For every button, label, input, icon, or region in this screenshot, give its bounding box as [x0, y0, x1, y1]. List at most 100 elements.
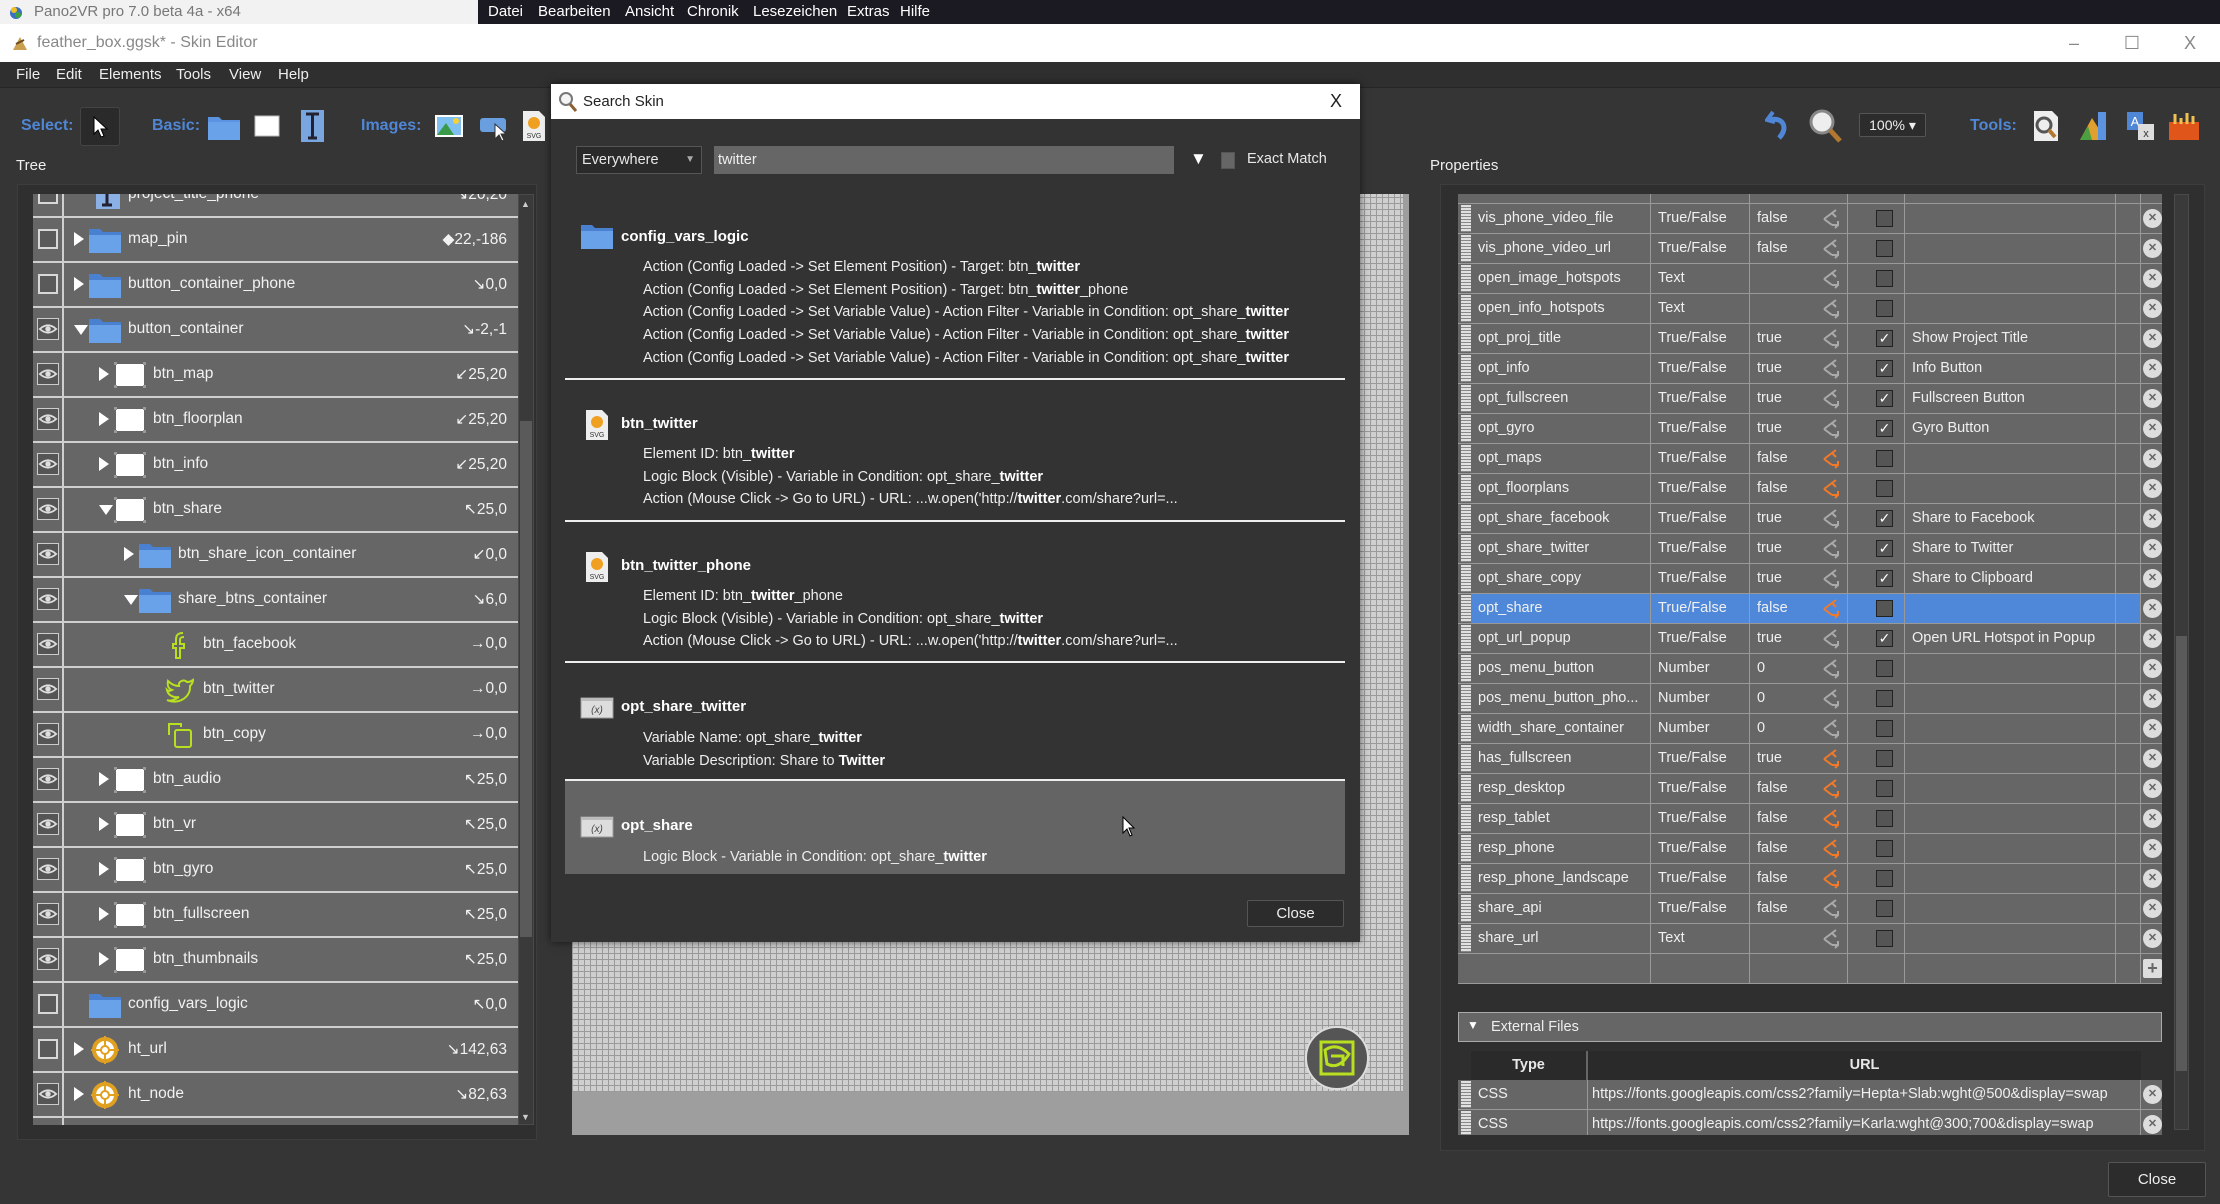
variable-checkbox[interactable]	[1876, 720, 1893, 737]
search-result-line[interactable]: Action (Config Loaded -> Set Variable Va…	[643, 304, 1289, 320]
tree-row[interactable]: project_title_phone ↘20,20	[33, 194, 518, 218]
drag-handle[interactable]	[1461, 925, 1471, 952]
tree-row[interactable]: btn_audio ↖25,0	[33, 758, 518, 803]
variable-row[interactable]: vis_phone_video_url True/False false ✕	[1458, 234, 2162, 264]
variable-checkbox[interactable]	[1876, 900, 1893, 917]
variable-description-cell[interactable]: Share to Clipboard	[1905, 564, 2116, 593]
expand-right-triangle-icon[interactable]	[74, 1087, 84, 1101]
drag-handle[interactable]	[1461, 325, 1471, 352]
variable-name-cell[interactable]: share_url	[1471, 924, 1651, 953]
expand-right-triangle-icon[interactable]	[99, 907, 109, 921]
variable-type-cell[interactable]: True/False	[1651, 474, 1750, 503]
variable-name-cell[interactable]: opt_fullscreen	[1471, 384, 1651, 413]
variable-checkbox[interactable]: ✓	[1876, 570, 1893, 587]
variable-type-cell[interactable]	[1651, 954, 1750, 983]
search-result-line[interactable]: Element ID: btn_twitter_phone	[643, 588, 843, 604]
delete-icon[interactable]: ✕	[2143, 659, 2162, 678]
variable-row[interactable]: vis_phone_video_file True/False false ✕	[1458, 204, 2162, 234]
variable-check-cell[interactable]	[1848, 194, 1905, 203]
delete-icon[interactable]: ✕	[2143, 719, 2162, 738]
variable-description-cell[interactable]	[1905, 774, 2116, 803]
visibility-eye-icon[interactable]	[37, 633, 59, 655]
drag-handle[interactable]	[1461, 205, 1471, 232]
drag-handle[interactable]	[1461, 715, 1471, 742]
share-link-icon[interactable]	[1822, 689, 1842, 709]
tree-row[interactable]: btn_share ↖25,0	[33, 488, 518, 533]
menu-view[interactable]: View	[229, 62, 261, 88]
variable-name-cell[interactable]: opt_proj_title	[1471, 324, 1651, 353]
share-link-icon[interactable]	[1822, 359, 1842, 379]
variable-name-cell[interactable]	[1471, 194, 1651, 203]
variable-checkbox[interactable]	[1876, 870, 1893, 887]
variable-description-cell[interactable]	[1905, 444, 2116, 473]
variable-name-cell[interactable]: resp_desktop	[1471, 774, 1651, 803]
variable-row[interactable]: pos_menu_button_pho... Number 0 ✕	[1458, 684, 2162, 714]
external-file-row[interactable]: CSS https://fonts.googleapis.com/css2?fam…	[1458, 1110, 2162, 1135]
share-link-icon[interactable]	[1822, 209, 1842, 229]
variable-name-cell[interactable]: resp_phone_landscape	[1471, 864, 1651, 893]
variable-row[interactable]: opt_share_twitter True/False true Share to …	[1458, 534, 2162, 564]
file-url-cell[interactable]: https://fonts.googleapis.com/css2?family…	[1588, 1110, 2141, 1135]
drag-handle[interactable]	[1461, 235, 1471, 262]
expand-right-triangle-icon[interactable]	[74, 232, 84, 246]
zoom-fit-icon[interactable]	[1807, 108, 1843, 144]
variable-checkbox[interactable]	[1876, 240, 1893, 257]
drag-handle[interactable]	[1461, 415, 1471, 442]
zoom-level-dropdown[interactable]: 100% ▾	[1859, 113, 1926, 137]
visibility-eye-icon[interactable]	[37, 948, 59, 970]
expand-right-triangle-icon[interactable]	[99, 772, 109, 786]
share-link-icon[interactable]	[1822, 899, 1842, 919]
delete-icon[interactable]: ✕	[2143, 389, 2162, 408]
variable-name-cell[interactable]: vis_phone_video_file	[1471, 204, 1651, 233]
variable-name-cell[interactable]: opt_share_copy	[1471, 564, 1651, 593]
share-link-icon[interactable]	[1822, 869, 1842, 889]
variable-row[interactable]: opt_proj_title True/False true Show Project…	[1458, 324, 2162, 354]
variable-type-cell[interactable]: True/False	[1651, 804, 1750, 833]
search-result-line[interactable]: Element ID: btn_twitter	[643, 446, 795, 462]
drag-handle[interactable]	[1461, 505, 1471, 532]
variable-type-cell[interactable]: True/False	[1651, 624, 1750, 653]
delete-icon[interactable]: ✕	[2143, 539, 2162, 558]
expand-right-triangle-icon[interactable]	[99, 817, 109, 831]
delete-icon[interactable]: ✕	[2143, 599, 2162, 618]
delete-icon[interactable]: ✕	[2143, 629, 2162, 648]
delete-icon[interactable]: ✕	[2143, 449, 2162, 468]
variable-type-cell[interactable]: True/False	[1651, 504, 1750, 533]
share-link-icon[interactable]	[1822, 749, 1842, 769]
drag-handle[interactable]	[1461, 565, 1471, 592]
share-link-icon[interactable]	[1822, 839, 1842, 859]
variable-description-cell[interactable]	[1905, 654, 2116, 683]
variable-name-cell[interactable]: pos_menu_button	[1471, 654, 1651, 683]
variable-checkbox[interactable]	[1876, 210, 1893, 227]
variable-type-cell[interactable]: Text	[1651, 264, 1750, 293]
color-palette-tool-icon[interactable]	[2078, 110, 2108, 142]
share-link-icon[interactable]	[1822, 269, 1842, 289]
variable-description-cell[interactable]: Show Project Title	[1905, 324, 2116, 353]
variable-checkbox[interactable]: ✓	[1876, 330, 1893, 347]
variable-row[interactable]: resp_desktop True/False false ✕	[1458, 774, 2162, 804]
dialog-close-button[interactable]: Close	[1247, 900, 1344, 927]
variable-row[interactable]: width_share_container Number 0 ✕	[1458, 714, 2162, 744]
variable-type-cell[interactable]: Number	[1651, 654, 1750, 683]
search-result-title[interactable]: btn_twitter	[621, 415, 698, 432]
variable-type-cell[interactable]	[1651, 194, 1750, 203]
variable-row[interactable]: +	[1458, 954, 2162, 984]
delete-icon[interactable]: ✕	[2143, 1085, 2162, 1104]
properties-scrollbar-thumb[interactable]	[2176, 636, 2187, 1071]
variable-name-cell[interactable]: resp_tablet	[1471, 804, 1651, 833]
tree-row[interactable]: btn_twitter →0,0	[33, 668, 518, 713]
variable-description-cell[interactable]	[1905, 894, 2116, 923]
variable-row[interactable]: opt_maps True/False false ✕	[1458, 444, 2162, 474]
variable-row[interactable]: opt_url_popup True/False true Open URL Hots…	[1458, 624, 2162, 654]
delete-icon[interactable]: ✕	[2143, 569, 2162, 588]
visibility-eye-icon[interactable]	[37, 363, 59, 385]
variable-name-cell[interactable]: opt_info	[1471, 354, 1651, 383]
column-header-url[interactable]: URL	[1588, 1051, 2141, 1080]
visibility-eye-icon[interactable]	[37, 543, 59, 565]
variable-row[interactable]: resp_phone_landscape True/False false ✕	[1458, 864, 2162, 894]
variable-name-cell[interactable]: has_fullscreen	[1471, 744, 1651, 773]
search-result-line[interactable]: Action (Config Loaded -> Set Variable Va…	[643, 327, 1289, 343]
variable-checkbox[interactable]	[1876, 300, 1893, 317]
file-type-cell[interactable]: CSS	[1471, 1080, 1588, 1109]
toolbox-tool-icon[interactable]	[2168, 110, 2200, 142]
